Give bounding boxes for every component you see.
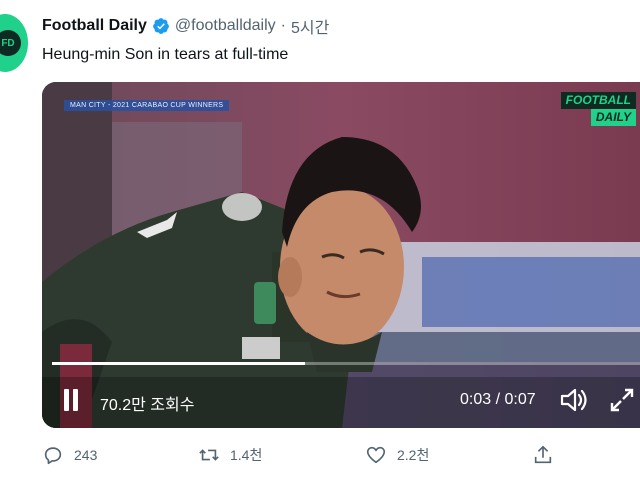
avatar-logo: FD (0, 30, 21, 56)
view-count: 70.2만 조회수 (100, 397, 195, 414)
handle[interactable]: @footballdaily (175, 17, 276, 35)
volume-icon[interactable] (558, 386, 588, 414)
fullscreen-icon[interactable] (608, 386, 636, 414)
retweet-button[interactable]: 1.4천 (198, 440, 262, 470)
video-player[interactable]: MAN CITY - 2021 CARABAO CUP WINNERS FOOT… (42, 82, 640, 428)
logo-line-1: FOOTBALL (560, 92, 636, 109)
like-count: 2.2천 (397, 447, 430, 463)
video-progress-fill (52, 362, 305, 365)
video-timecode: 0:03 / 0:07 (460, 391, 536, 408)
share-icon (534, 445, 552, 464)
tweet-actions: 243 1.4천 2.2천 (42, 440, 640, 470)
avatar[interactable]: FD (0, 14, 28, 72)
logo-line-2: DAILY (590, 109, 636, 126)
tweet-text: Heung-min Son in tears at full-time (42, 46, 289, 63)
timestamp[interactable]: 5시간 (291, 14, 329, 38)
display-name[interactable]: Football Daily (42, 17, 147, 35)
reply-button[interactable]: 243 (42, 440, 97, 470)
separator-dot: · (280, 17, 286, 34)
broadcaster-logo: FOOTBALL DAILY (560, 92, 636, 126)
lower-third-caption: MAN CITY - 2021 CARABAO CUP WINNERS (64, 100, 230, 111)
video-progress-bar[interactable] (52, 362, 640, 365)
verified-badge-icon (153, 18, 169, 34)
reply-icon (44, 447, 62, 465)
retweet-icon (199, 449, 219, 461)
pause-icon[interactable] (62, 389, 80, 411)
video-frame (42, 82, 640, 428)
heart-icon (366, 446, 386, 464)
share-button[interactable] (532, 440, 554, 470)
tweet-header: Football Daily @footballdaily · 5시간 (42, 14, 329, 38)
retweet-count: 1.4천 (230, 447, 263, 463)
reply-count: 243 (74, 447, 98, 463)
video-controls: 70.2만 조회수 0:03 / 0:07 (42, 382, 640, 418)
like-button[interactable]: 2.2천 (365, 440, 429, 470)
